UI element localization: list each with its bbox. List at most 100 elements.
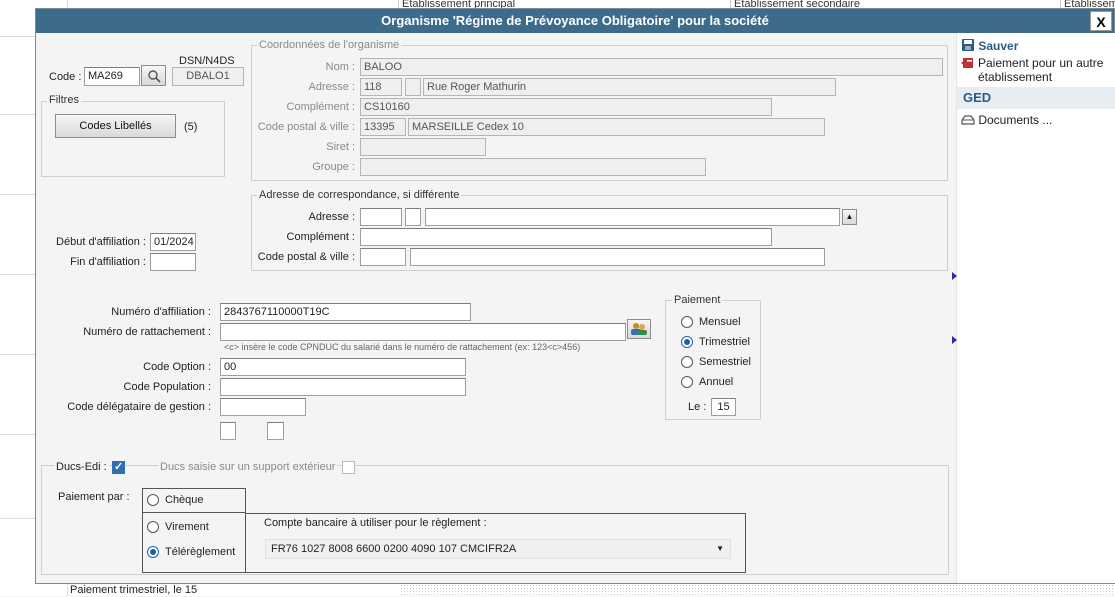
complement-field: CS10160 [360, 98, 772, 116]
ducs-edi-checkbox[interactable] [112, 460, 125, 474]
jour-label: Le : [688, 401, 707, 413]
radio-trimestriel-label: Trimestriel [699, 336, 750, 348]
code-label: Code : [49, 71, 82, 83]
radio-semestriel-label: Semestriel [699, 356, 751, 368]
filters-group [41, 101, 225, 177]
tray-icon [961, 115, 975, 125]
ducs-support-label: Ducs saisie sur un support extérieur [158, 460, 338, 474]
scroll-marker-icon [952, 272, 957, 280]
payment-icon [961, 58, 973, 68]
floppy-disk-icon [962, 39, 974, 51]
codes-libelles-button[interactable]: Codes Libellés [55, 114, 176, 138]
delegataire-label: Code délégataire de gestion : [67, 401, 211, 413]
radio-virement-label: Virement [165, 521, 209, 533]
radio-annuel-label: Annuel [699, 376, 734, 388]
filters-count: (5) [184, 121, 198, 133]
corr-complement-input[interactable] [360, 228, 772, 246]
ducs-support-checkbox[interactable] [342, 461, 355, 474]
radio-telereglement[interactable] [147, 546, 159, 558]
siret-label: Siret : [326, 141, 355, 153]
users-icon [631, 323, 647, 335]
adresse-rep-field [405, 78, 421, 96]
extra-small-input[interactable] [267, 422, 284, 440]
organisme-title: Coordonnées de l'organisme [257, 39, 402, 52]
dsn-field: DBALO1 [172, 67, 244, 86]
ducs-edi-label: Ducs-Edi : [54, 460, 109, 474]
corr-complement-label: Complément : [286, 231, 355, 243]
rattachement-hint: <c> insère le code CPNDUC du salarié dan… [224, 342, 581, 352]
dsn-label: DSN/N4DS [179, 55, 235, 67]
complement-label: Complément : [286, 101, 355, 113]
background-status-text: Paiement trimestriel, le 15 [68, 582, 400, 596]
save-action[interactable]: Sauver [961, 38, 1018, 53]
correspondance-title: Adresse de correspondance, si différente [257, 189, 462, 202]
filters-title: Filtres [47, 94, 81, 107]
corr-adresse-rep-input[interactable] [405, 208, 421, 226]
background-dotted-area [400, 584, 1115, 596]
documents-label: Documents ... [978, 113, 1053, 127]
radio-annuel[interactable] [681, 376, 693, 388]
triangle-up-icon: ▲ [845, 212, 854, 221]
paiement-autre-label: Paiement pour un autre établissement [978, 56, 1104, 84]
corr-adresse-label: Adresse : [308, 211, 355, 223]
scroll-marker-icon [952, 336, 957, 344]
postal-code-field: 13395 [360, 118, 406, 136]
nom-field: BALOO [360, 58, 943, 76]
corr-city-input[interactable] [410, 248, 825, 266]
paiement-title: Paiement [672, 294, 723, 307]
debut-affiliation-input[interactable]: 01/2024 [150, 233, 196, 251]
radio-cheque[interactable] [147, 494, 159, 506]
radio-semestriel[interactable] [681, 356, 693, 368]
groupe-label: Groupe : [312, 161, 355, 173]
adresse-label: Adresse : [308, 81, 355, 93]
numero-affiliation-label: Numéro d'affiliation : [111, 306, 211, 318]
siret-field [360, 138, 486, 156]
adresse-street-field: Rue Roger Mathurin [423, 78, 836, 96]
code-population-label: Code Population : [123, 381, 211, 393]
code-option-label: Code Option : [143, 361, 211, 373]
numero-affiliation-input[interactable]: 2843767110000T19C [220, 303, 471, 321]
radio-telereglement-label: Télérèglement [165, 546, 236, 558]
close-button[interactable]: X [1090, 11, 1112, 31]
numero-rattachement-input[interactable] [220, 323, 626, 341]
radio-mensuel-label: Mensuel [699, 316, 741, 328]
radio-mensuel[interactable] [681, 316, 693, 328]
cp-ville-label: Code postal & ville : [257, 121, 355, 133]
groupe-field [360, 158, 706, 176]
search-icon [147, 70, 161, 83]
fin-affiliation-label: Fin d'affiliation : [70, 256, 146, 268]
corr-postal-code-input[interactable] [360, 248, 406, 266]
debut-affiliation-label: Début d'affiliation : [56, 236, 146, 248]
radio-cheque-label: Chèque [165, 494, 204, 506]
paiement-par-label: Paiement par : [58, 491, 130, 503]
corr-adresse-street-input[interactable] [425, 208, 840, 226]
actions-panel: Sauver Paiement pour un autre établissem… [956, 33, 1115, 583]
users-lookup-button[interactable] [627, 319, 651, 339]
extra-small-input[interactable] [220, 422, 236, 440]
delegataire-input[interactable] [220, 398, 306, 416]
collapse-button[interactable]: ▲ [842, 209, 857, 225]
compte-bancaire-label: Compte bancaire à utiliser pour le règle… [264, 517, 487, 529]
city-field: MARSEILLE Cedex 10 [408, 118, 825, 136]
corr-cp-ville-label: Code postal & ville : [257, 251, 355, 263]
nom-label: Nom : [325, 61, 355, 73]
dialog-title: Organisme 'Régime de Prévoyance Obligato… [36, 9, 1114, 33]
numero-rattachement-label: Numéro de rattachement : [83, 326, 211, 338]
chevron-down-icon: ▼ [716, 544, 724, 553]
fin-affiliation-input[interactable] [150, 253, 196, 271]
adresse-number-field: 118 [360, 78, 402, 96]
code-option-input[interactable]: 00 [220, 358, 466, 376]
save-label: Sauver [978, 39, 1019, 53]
ged-header: GED [957, 87, 1115, 109]
documents-action[interactable]: Documents ... [961, 113, 1052, 127]
jour-input[interactable]: 15 [711, 398, 736, 416]
radio-virement[interactable] [147, 521, 159, 533]
code-input[interactable]: MA269 [84, 67, 140, 86]
paiement-autre-action[interactable]: Paiement pour un autre établissement [961, 56, 1115, 84]
radio-trimestriel[interactable] [681, 336, 693, 348]
code-population-input[interactable] [220, 378, 466, 396]
compte-bancaire-value: FR76 1027 8008 6600 0200 4090 107 CMCIFR… [271, 543, 517, 555]
corr-adresse-number-input[interactable] [360, 208, 402, 226]
search-button[interactable] [141, 65, 166, 86]
compte-bancaire-select[interactable]: FR76 1027 8008 6600 0200 4090 107 CMCIFR… [265, 539, 731, 559]
